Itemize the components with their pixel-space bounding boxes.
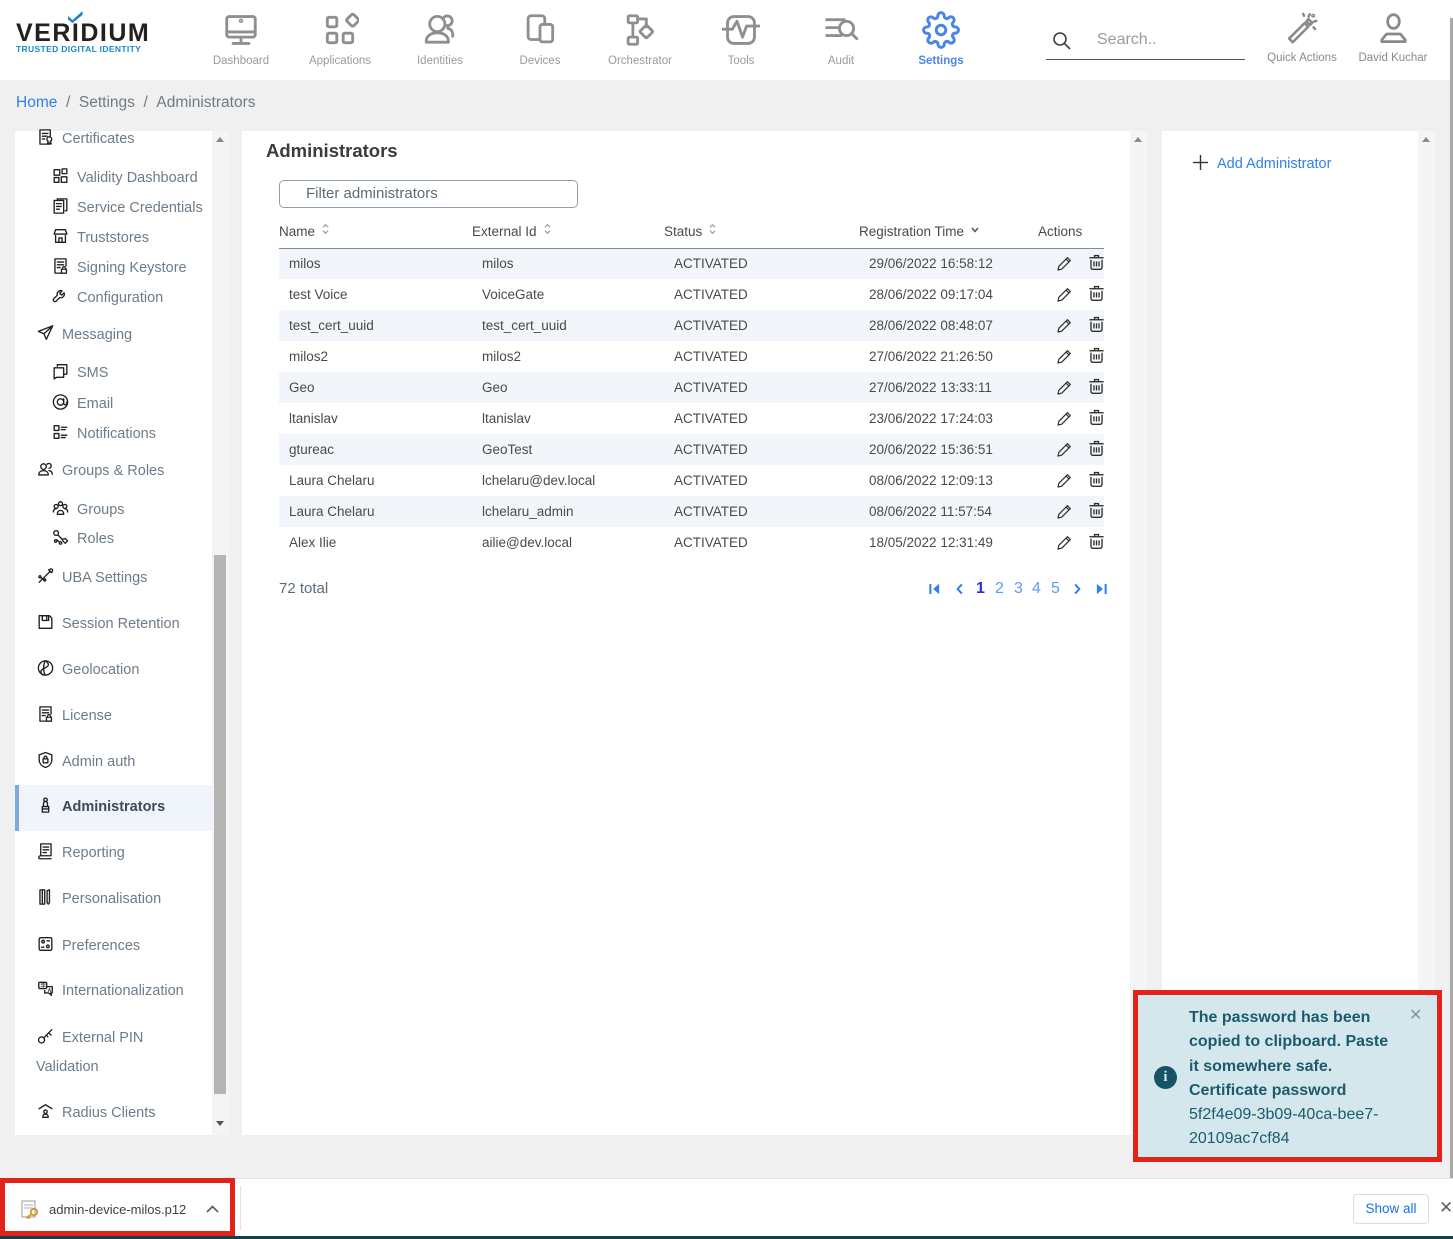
- svg-text:字: 字: [40, 982, 46, 990]
- svg-text:A: A: [48, 988, 52, 994]
